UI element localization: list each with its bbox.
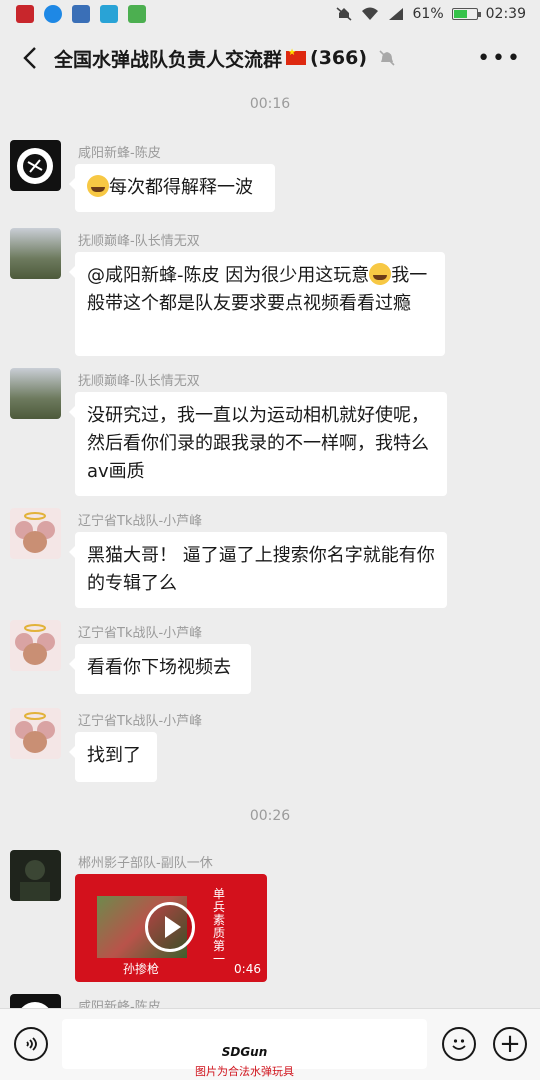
message-text: 每次都得解释一波 xyxy=(109,177,253,198)
member-count: (366) xyxy=(310,47,368,69)
signal-icon xyxy=(388,8,403,20)
avatar[interactable] xyxy=(10,994,61,1008)
message-input[interactable]: SDGun 图片为合法水弹玩具 xyxy=(62,1019,427,1078)
bee-logo-avatar xyxy=(21,1002,49,1008)
soldier-avatar xyxy=(20,860,50,901)
chat-message: 郴州影子部队-副队一休 单兵素质第一 孙掺枪 0:46 xyxy=(10,850,530,990)
plus-icon: + xyxy=(499,1029,521,1059)
avatar[interactable] xyxy=(10,228,61,279)
message-bubble[interactable]: 没研究过，我一直以为运动相机就好使呢，然后看你们录的跟我录的不一样啊，我特么av… xyxy=(69,392,447,496)
mute-bell-icon xyxy=(379,50,395,66)
avatar[interactable] xyxy=(10,708,61,759)
sender-name: 辽宁省Tk战队-小芦峰 xyxy=(78,626,203,641)
timestamp: 00:16 xyxy=(249,96,291,112)
sender-name: 抚顺巅峰-队长情无双 xyxy=(78,234,200,249)
wifi-icon xyxy=(361,7,378,20)
avatar[interactable] xyxy=(10,140,61,191)
status-bar: 61% 02:39 xyxy=(0,0,540,28)
chat-message: 辽宁省Tk战队-小芦峰 找到了 xyxy=(10,708,530,784)
system-status: 61% 02:39 xyxy=(335,6,540,22)
sender-name: 辽宁省Tk战队-小芦峰 xyxy=(78,714,203,729)
input-bar: SDGun 图片为合法水弹玩具 + xyxy=(0,1008,540,1080)
avatar[interactable] xyxy=(10,508,61,559)
cartoon-mouse-avatar xyxy=(15,624,55,665)
chat-message: 辽宁省Tk战队-小芦峰 黑猫大哥！ 逼了逼了上搜索你名字就能有你的专辑了么 xyxy=(10,508,530,608)
back-button[interactable] xyxy=(6,34,54,82)
plus-button[interactable]: + xyxy=(493,1027,527,1061)
cartoon-mouse-avatar xyxy=(15,712,55,753)
message-text: 黑猫大哥！ 逼了逼了上搜索你名字就能有你的专辑了么 xyxy=(87,545,435,594)
watermark-brand: SDGun xyxy=(221,1045,268,1059)
cartoon-mouse-avatar xyxy=(15,512,55,553)
message-bubble[interactable]: 看看你下场视频去 xyxy=(69,644,251,694)
avatar[interactable] xyxy=(10,620,61,671)
app-icon-blue2 xyxy=(72,5,90,23)
chat-list[interactable]: 00:16 咸阳新蜂-陈皮 每次都得解释一波 抚顺巅峰-队长情无双 @咸阳新蜂-… xyxy=(0,88,540,1008)
chat-message: 抚顺巅峰-队长情无双 @咸阳新蜂-陈皮 因为很少用这玩意 我一般带这个都是队友要求… xyxy=(10,228,530,358)
chat-message: 咸阳新蜂-陈皮 每次都得解释一波 xyxy=(10,140,530,220)
message-bubble[interactable]: 每次都得解释一波 xyxy=(69,164,275,212)
message-text: 找到了 xyxy=(87,745,141,766)
message-bubble[interactable]: 黑猫大哥！ 逼了逼了上搜索你名字就能有你的专辑了么 xyxy=(69,532,447,608)
video-side-text: 单兵素质第一 xyxy=(213,887,226,966)
battery-level xyxy=(453,10,468,18)
sender-name: 郴州影子部队-副队一休 xyxy=(78,856,213,871)
message-text: @咸阳新蜂-陈皮 因为很少用这玩意 xyxy=(87,265,370,286)
avatar[interactable] xyxy=(10,850,61,901)
video-message[interactable]: 单兵素质第一 孙掺枪 0:46 xyxy=(75,874,267,982)
timestamp: 00:26 xyxy=(249,808,291,824)
app-icon-blue xyxy=(44,5,62,23)
notification-icons xyxy=(0,5,146,23)
message-text: 看看你下场视频去 xyxy=(87,657,231,678)
crying-laughing-emoji-icon xyxy=(369,263,392,285)
watermark-note: 图片为合法水弹玩具 xyxy=(195,1065,294,1078)
message-bubble[interactable]: 找到了 xyxy=(69,732,157,782)
video-caption: 孙掺枪 xyxy=(123,962,160,976)
sender-name: 咸阳新蜂-陈皮 xyxy=(78,1000,161,1008)
play-icon[interactable] xyxy=(145,902,195,952)
more-dots-icon: ••• xyxy=(477,45,522,71)
battery-icon xyxy=(451,8,481,20)
message-bubble[interactable]: @咸阳新蜂-陈皮 因为很少用这玩意 我一般带这个都是队友要求要点视频看看过瘾 xyxy=(69,252,445,356)
chat-message: 辽宁省Tk战队-小芦峰 看看你下场视频去 xyxy=(10,620,530,696)
app-icon-red xyxy=(16,5,34,23)
chat-title: 全国水弹战队负责人交流群 (366) xyxy=(54,45,395,72)
notify-bell-icon xyxy=(128,5,146,23)
emoji-icon xyxy=(452,1039,466,1050)
bee-logo-avatar xyxy=(17,148,53,184)
mute-icon xyxy=(336,7,352,21)
more-options-button[interactable]: ••• xyxy=(477,46,522,71)
sender-name: 抚顺巅峰-队长情无双 xyxy=(78,374,200,389)
cloud-icon xyxy=(100,5,118,23)
back-chevron-icon xyxy=(23,47,36,69)
chat-header: 全国水弹战队负责人交流群 (366) ••• xyxy=(0,28,540,88)
chat-message: 抚顺巅峰-队长情无双 没研究过，我一直以为运动相机就好使呢，然后看你们录的跟我录… xyxy=(10,368,530,498)
china-flag-icon xyxy=(286,48,307,65)
voice-icon xyxy=(26,1037,37,1051)
crying-laughing-emoji-icon xyxy=(87,175,109,197)
chat-message: 咸阳新蜂-陈皮 xyxy=(10,994,530,1008)
message-text: 没研究过，我一直以为运动相机就好使呢，然后看你们录的跟我录的不一样啊，我特么av… xyxy=(87,405,429,482)
group-name: 全国水弹战队负责人交流群 xyxy=(54,48,283,71)
sender-name: 辽宁省Tk战队-小芦峰 xyxy=(78,514,203,529)
battery-percent: 61% xyxy=(412,6,444,22)
emoji-button[interactable] xyxy=(442,1027,476,1061)
clock: 02:39 xyxy=(485,6,526,22)
voice-button[interactable] xyxy=(14,1027,48,1061)
video-duration: 0:46 xyxy=(234,962,261,976)
avatar[interactable] xyxy=(10,368,61,419)
sender-name: 咸阳新蜂-陈皮 xyxy=(78,146,161,161)
